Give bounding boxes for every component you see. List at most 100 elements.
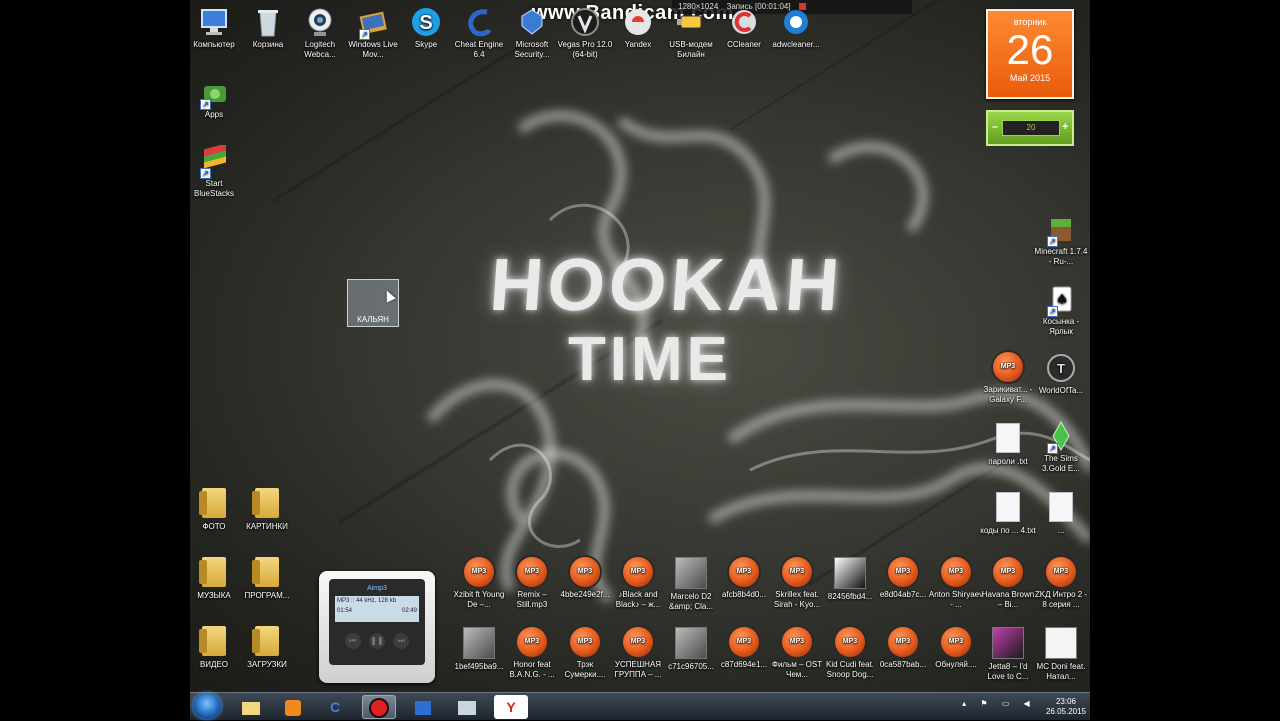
- battery-gadget[interactable]: – 20 +: [986, 110, 1074, 146]
- desktop-icon-mp3[interactable]: MP3 Havana Brown – Bi...: [980, 557, 1036, 610]
- taskbar-media-player[interactable]: [276, 695, 310, 719]
- desktop-icon-ms-security[interactable]: Microsoft Security...: [504, 6, 560, 60]
- desktop-icon-bluestacks[interactable]: ↗ Start BlueStacks: [186, 143, 242, 199]
- mp3-icon: MP3: [782, 557, 812, 587]
- desktop-icon-passwords-txt[interactable]: пароли .txt: [980, 423, 1036, 467]
- mp3-icon: MP3: [888, 627, 918, 657]
- taskbar: C Y ▴ ⚑ ▭ ◀ 23:06 26.05.2015: [190, 692, 1090, 720]
- desktop-icon-minecraft[interactable]: ↗ Minecraft 1.7.4 - Ru-...: [1033, 213, 1089, 267]
- icon-label: Microsoft Security...: [514, 40, 550, 59]
- start-button[interactable]: [193, 693, 221, 719]
- desktop-icon-mp3[interactable]: MP3 ZKД Интро 2 - 8 серия ...: [1033, 557, 1089, 610]
- icon-label: 0ca587bab...: [879, 660, 927, 669]
- desktop-icon-skype[interactable]: S Skype: [398, 6, 454, 50]
- desktop-icon-usb-modem[interactable]: USB-модем Билайн: [663, 6, 719, 60]
- desktop-icon-file[interactable]: ...: [1033, 492, 1089, 536]
- taskbar-cheat-engine[interactable]: C: [318, 695, 352, 719]
- icon-label: Корзина: [252, 40, 284, 49]
- desktop-icon-pictures[interactable]: КАРТИНКИ: [239, 488, 295, 532]
- folder-icon: [252, 557, 279, 587]
- desktop-icon-image[interactable]: MC Doni feat. Натал...: [1033, 627, 1089, 682]
- decrease-button[interactable]: –: [992, 120, 998, 134]
- desktop-icon-computer[interactable]: Компьютер: [186, 6, 242, 50]
- aimp-player-widget[interactable]: Aimp3 MP3 :: 44 kHz, 128 kb 01:54 02:49 …: [319, 571, 435, 683]
- desktop-icon-music[interactable]: МУЗЫКА: [186, 557, 242, 601]
- desktop-icon-image[interactable]: Marcelo D2 &amp; Cla...: [663, 557, 719, 612]
- desktop-icon-hookah-selected[interactable]: КАЛЬЯН: [347, 279, 399, 327]
- desktop-icon-mp3[interactable]: MP3 Honor feat B.A.N.G. - ...: [504, 627, 560, 680]
- webcam-icon: [304, 6, 336, 38]
- icon-label: MC Doni feat. Натал...: [1036, 662, 1086, 681]
- taskbar-app[interactable]: [406, 695, 440, 719]
- icon-label: Vegas Pro 12.0 (64-bit): [557, 40, 613, 59]
- desktop-icon-image[interactable]: c71c96705...: [663, 627, 719, 672]
- desktop-icon-mp3[interactable]: MP3 УСПЕШНАЯ ГРУППА – ...: [610, 627, 666, 680]
- desktop-icon-mp3[interactable]: MP3 Xzibit ft Young De –...: [451, 557, 507, 610]
- desktop-icon-mp3[interactable]: MP3 afcb8b4d0...: [716, 557, 772, 600]
- folder-icon: [199, 488, 226, 518]
- text-file-icon: [996, 492, 1020, 522]
- desktop-icon-vegas[interactable]: Vegas Pro 12.0 (64-bit): [557, 6, 613, 60]
- sims-icon: ↗: [1045, 420, 1077, 454]
- image-thumbnail-icon: [463, 627, 495, 659]
- desktop-icon-photo[interactable]: ФОТО: [186, 488, 242, 532]
- desktop-icon-video[interactable]: ВИДЕО: [186, 626, 242, 670]
- icon-label: CCleaner: [727, 40, 761, 49]
- desktop-icon-sims3[interactable]: ↗ The Sims 3.Gold E...: [1033, 420, 1089, 474]
- taskbar-explorer[interactable]: [234, 695, 268, 719]
- desktop-icon-apps[interactable]: ↗ Apps: [186, 76, 242, 120]
- icon-label: Apps: [204, 110, 224, 119]
- icon-label: afcb8b4d0...: [721, 590, 767, 599]
- desktop-icon-cheat-engine[interactable]: Cheat Engine 6.4: [451, 6, 507, 60]
- desktop-icon-codes-txt[interactable]: коды по ... 4.txt: [980, 492, 1036, 536]
- desktop-icon-mp3[interactable]: MP3 Skrillex feat. Sirah - Kyo...: [769, 557, 825, 610]
- icon-label: ЗАГРУЗКИ: [247, 660, 287, 669]
- mp3-icon: MP3: [517, 627, 547, 657]
- mp3-icon: MP3: [464, 557, 494, 587]
- increase-button[interactable]: +: [1062, 120, 1068, 134]
- desktop-icon-mp3[interactable]: MP3 Remix – Still.mp3: [504, 557, 560, 610]
- taskbar-network[interactable]: [450, 695, 484, 719]
- desktop-icon-mp3[interactable]: MP3 ♪Black and Black♪ – ж...: [610, 557, 666, 610]
- desktop-icon-mp3[interactable]: MP3 Kid Cudi feat. Snoop Dog...: [822, 627, 878, 680]
- system-tray[interactable]: ▴ ⚑ ▭ ◀ 23:06 26.05.2015: [962, 693, 1086, 721]
- yandex-icon: [622, 6, 654, 38]
- desktop-icon-image[interactable]: 1bef495ba9...: [451, 627, 507, 672]
- desktop-icon-programs[interactable]: ПРОГРАМ...: [239, 557, 295, 601]
- desktop-icon-solitaire[interactable]: ♠ ↗ Косынка - Ярлык: [1033, 283, 1089, 337]
- desktop-icon-mp3[interactable]: MP3 Anton Shiryaev - ...: [928, 557, 984, 610]
- desktop-icon-recycle-bin[interactable]: Корзина: [240, 6, 296, 50]
- desktop-icon-yandex[interactable]: Yandex: [610, 6, 666, 50]
- icon-label: 1bef495ba9...: [454, 662, 504, 671]
- desktop-icon-image[interactable]: Jetta8 – I'd Love to C...: [980, 627, 1036, 682]
- taskbar-bandicam[interactable]: [362, 695, 396, 719]
- desktop-icon-galaxy-mp3[interactable]: MP3 Зарикиват... - Galaxy F...: [980, 352, 1036, 405]
- desktop-icon-downloads[interactable]: ЗАГРУЗКИ: [239, 626, 295, 670]
- desktop-icon-ccleaner[interactable]: CCleaner: [716, 6, 772, 50]
- icon-label: Компьютер: [193, 40, 235, 49]
- previous-icon[interactable]: ⏮: [344, 633, 361, 649]
- desktop-icon-image[interactable]: 82456fbd4...: [822, 557, 878, 602]
- next-icon[interactable]: ⏭: [393, 633, 410, 649]
- icon-label: The Sims 3.Gold E...: [1042, 454, 1080, 473]
- desktop-icon-mp3[interactable]: MP3 4bbe249e2f...: [557, 557, 613, 600]
- calendar-gadget[interactable]: вторник 26 Май 2015: [986, 9, 1074, 99]
- wallpaper-title: HOOKAH TIME: [487, 243, 846, 395]
- icon-label: ...: [1057, 526, 1065, 535]
- desktop-icon-mp3[interactable]: MP3 0ca587bab...: [875, 627, 931, 670]
- desktop-icon-mp3[interactable]: MP3 Обнуляй....: [928, 627, 984, 670]
- icon-label: Minecraft 1.7.4 - Ru-...: [1034, 247, 1088, 266]
- desktop-icon-mp3[interactable]: MP3 e8d04ab7c...: [875, 557, 931, 600]
- icon-label: c87d694e1...: [720, 660, 768, 669]
- desktop-icon-world-of-tanks[interactable]: T WorldOfTa...: [1033, 352, 1089, 396]
- desktop-icon-adwcleaner[interactable]: adwcleaner...: [768, 6, 824, 50]
- taskbar-yandex[interactable]: Y: [494, 695, 528, 719]
- desktop-icon-mp3[interactable]: MP3 c87d694e1...: [716, 627, 772, 670]
- pause-icon[interactable]: ❚❚: [369, 633, 385, 649]
- mp3-icon: MP3: [623, 627, 653, 657]
- desktop-icon-mp3[interactable]: MP3 Фильм – OST Чем...: [769, 627, 825, 680]
- desktop-icon-logitech[interactable]: Logitech Webca...: [292, 6, 348, 60]
- icon-label: Honor feat B.A.N.G. - ...: [509, 660, 555, 679]
- desktop-icon-movie-maker[interactable]: ↗ Windows Live Mov...: [345, 6, 401, 60]
- desktop-icon-mp3[interactable]: MP3 Трэк Сумерки....: [557, 627, 613, 680]
